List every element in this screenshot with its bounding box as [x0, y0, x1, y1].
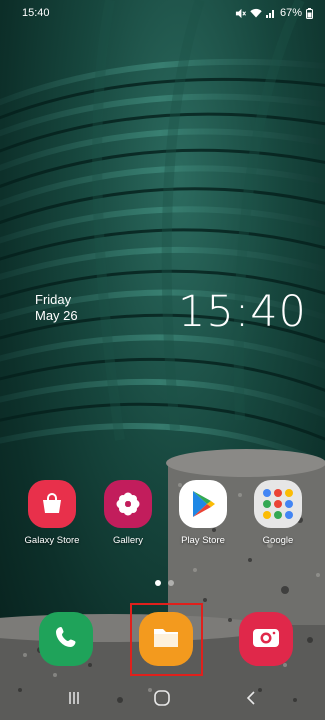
- app-label: Google: [262, 535, 294, 546]
- app-google-folder[interactable]: Google: [243, 480, 313, 546]
- date-label: May 26: [35, 308, 78, 323]
- page-indicator[interactable]: [155, 580, 174, 586]
- back-button[interactable]: [231, 685, 271, 715]
- galaxy-store-bag-icon: [28, 480, 76, 528]
- back-icon: [245, 690, 257, 711]
- home-icon: [153, 689, 171, 712]
- home-button[interactable]: [142, 685, 182, 715]
- status-icons: 67%: [235, 7, 313, 19]
- battery-icon: [306, 7, 313, 19]
- battery-percent: 67%: [279, 7, 302, 19]
- google-folder-icon: [254, 480, 302, 528]
- mute-icon: [235, 8, 246, 19]
- app-gallery[interactable]: Gallery: [93, 480, 163, 546]
- selection-highlight: [130, 603, 203, 676]
- date-widget[interactable]: Friday May 26: [35, 292, 78, 324]
- clock-widget[interactable]: 15:40: [178, 287, 307, 337]
- app-label: Galaxy Store: [24, 535, 80, 546]
- app-galaxy-store[interactable]: Galaxy Store: [17, 480, 87, 546]
- status-time: 15:40: [22, 7, 50, 19]
- app-label: Gallery: [112, 535, 144, 546]
- status-bar: 15:40 67%: [0, 0, 325, 26]
- page-dot: [168, 580, 174, 586]
- day-label: Friday: [35, 292, 72, 307]
- page-dot-active: [155, 580, 161, 586]
- play-store-triangle-icon: [179, 480, 227, 528]
- app-label: Play Store: [181, 535, 225, 546]
- camera-icon: [252, 626, 280, 653]
- dock-camera[interactable]: [239, 612, 293, 666]
- gallery-flower-icon: [104, 480, 152, 528]
- app-play-store[interactable]: Play Store: [168, 480, 238, 546]
- recents-icon: [67, 691, 81, 710]
- phone-icon: [53, 624, 79, 655]
- wifi-icon: [250, 8, 262, 18]
- signal-icon: [265, 8, 276, 18]
- dock-phone[interactable]: [39, 612, 93, 666]
- recents-button[interactable]: [54, 685, 94, 715]
- navigation-bar: [0, 680, 325, 720]
